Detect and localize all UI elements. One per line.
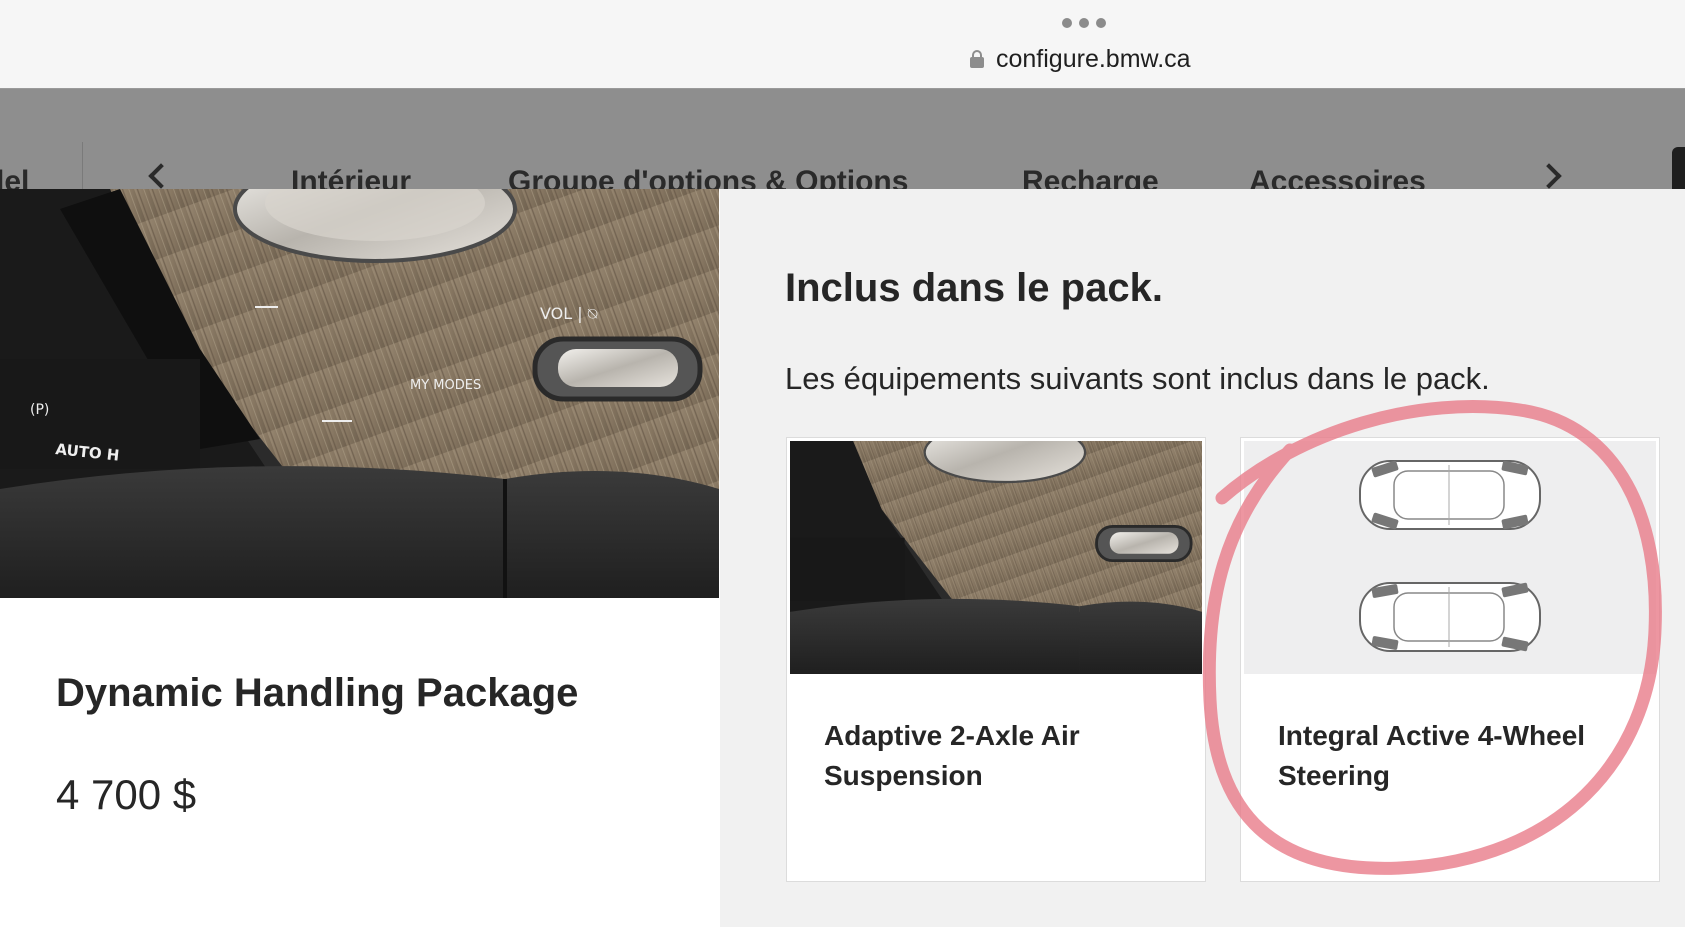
package-panel: VOL | ⍉ MY MODES AUTO H (P) Dynamic Hand… [0,189,720,927]
included-panel: Inclus dans le pack. Les équipements sui… [720,189,1685,927]
tab-options[interactable]: Groupe d'options & Options [508,165,908,189]
chevron-right-icon[interactable] [1536,163,1562,189]
vol-label: VOL | ⍉ [540,304,598,323]
package-hero-image: VOL | ⍉ MY MODES AUTO H (P) [0,189,719,598]
parking-brake-label: (P) [30,402,49,418]
included-item-label: Integral Active 4-Wheel Steering [1278,720,1586,791]
included-item-label: Adaptive 2-Axle Air Suspension [824,720,1080,791]
tab-interieur[interactable]: Intérieur [291,165,411,189]
car-topview-icon [1359,460,1541,652]
included-title: Inclus dans le pack. [785,266,1163,310]
tab-accessoires[interactable]: Accessoires [1249,165,1426,189]
tab-model[interactable]: lel [0,165,29,189]
air-suspension-image [790,441,1202,674]
url-display[interactable]: configure.bmw.ca [970,44,1191,74]
console-illustration: VOL | ⍉ MY MODES AUTO H (P) [0,189,719,598]
url-text: configure.bmw.ca [996,44,1191,73]
tab-recharge[interactable]: Recharge [1022,165,1159,189]
my-modes-label: MY MODES [410,378,481,393]
included-item-card[interactable]: Integral Active 4-Wheel Steering [1240,437,1660,882]
browser-address-bar: configure.bmw.ca [0,0,1685,89]
side-button[interactable] [1672,147,1685,189]
package-title: Dynamic Handling Package [56,671,579,715]
lock-icon [970,50,984,68]
included-subtitle: Les équipements suivants sont inclus dan… [785,361,1490,396]
nav-divider [82,142,83,189]
configurator-nav: lel Intérieur Groupe d'options & Options… [0,89,1685,189]
included-item-card[interactable]: Adaptive 2-Axle Air Suspension [786,437,1206,882]
four-wheel-steering-image [1244,441,1656,674]
package-price: 4 700 $ [56,771,197,818]
more-options-icon[interactable] [1062,18,1106,28]
chevron-left-icon[interactable] [148,163,174,189]
